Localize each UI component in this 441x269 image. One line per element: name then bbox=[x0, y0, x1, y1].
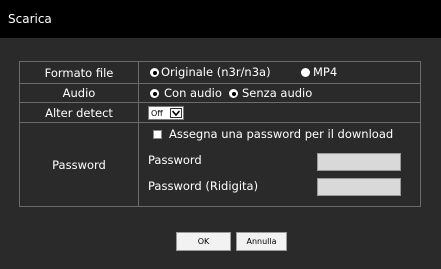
password-confirm-input[interactable] bbox=[317, 178, 401, 196]
chevron-down-icon[interactable] bbox=[170, 108, 182, 118]
audio-label: Audio bbox=[20, 84, 139, 102]
radio-con-audio-label[interactable]: Con audio bbox=[164, 87, 222, 100]
radio-senza-audio-label[interactable]: Senza audio bbox=[242, 87, 312, 100]
row-audio: Audio Con audio Senza audio bbox=[20, 84, 420, 103]
radio-mp4-label[interactable]: MP4 bbox=[313, 66, 337, 79]
radio-con-audio[interactable] bbox=[150, 89, 159, 98]
formato-file-options: Originale (n3r/n3a) MP4 bbox=[139, 62, 420, 83]
radio-senza-audio[interactable] bbox=[229, 89, 238, 98]
audio-options: Con audio Senza audio bbox=[139, 84, 420, 102]
ok-button[interactable]: OK bbox=[176, 232, 231, 251]
password-confirm-label: Password (Ridigita) bbox=[148, 179, 259, 193]
download-dialog: Scarica Formato file Originale (n3r/n3a)… bbox=[0, 0, 441, 269]
password-input[interactable] bbox=[317, 153, 401, 171]
alter-detect-select[interactable]: Off bbox=[148, 106, 184, 120]
password-options: Assegna una password per il download Pas… bbox=[139, 123, 420, 206]
password-field-label: Password bbox=[148, 153, 202, 167]
assign-password-label[interactable]: Assegna una password per il download bbox=[169, 128, 393, 141]
row-alter-detect: Alter detect Off bbox=[20, 103, 420, 123]
alter-detect-value: Off bbox=[151, 109, 163, 118]
alter-detect-label: Alter detect bbox=[20, 103, 139, 122]
assign-password-checkbox[interactable] bbox=[153, 130, 162, 139]
radio-originale[interactable] bbox=[150, 68, 159, 77]
row-formato-file: Formato file Originale (n3r/n3a) MP4 bbox=[20, 62, 420, 84]
formato-file-label: Formato file bbox=[20, 62, 139, 83]
cancel-button[interactable]: Annulla bbox=[236, 232, 287, 251]
settings-panel: Formato file Originale (n3r/n3a) MP4 Aud… bbox=[19, 61, 421, 207]
alter-detect-value-cell: Off bbox=[139, 103, 420, 122]
radio-mp4[interactable] bbox=[301, 68, 310, 77]
dialog-title: Scarica bbox=[8, 12, 52, 26]
radio-originale-label[interactable]: Originale (n3r/n3a) bbox=[161, 66, 271, 79]
password-section-label: Password bbox=[20, 123, 139, 206]
row-password: Password Assegna una password per il dow… bbox=[20, 123, 420, 206]
title-bar: Scarica bbox=[0, 0, 441, 38]
